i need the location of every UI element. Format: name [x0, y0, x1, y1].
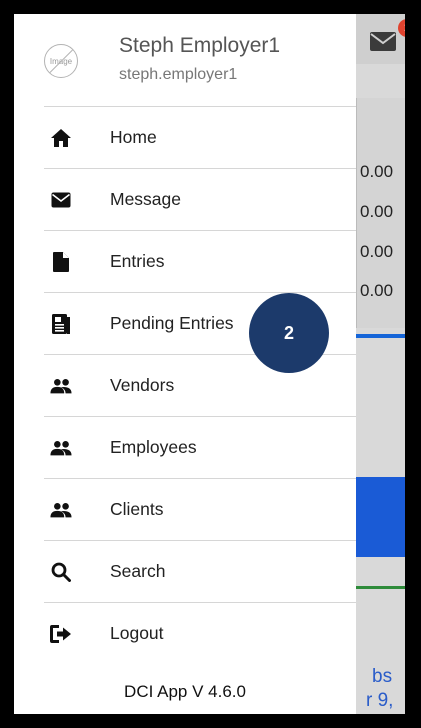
users-icon	[50, 437, 72, 459]
logout-icon	[50, 623, 72, 645]
background-divider	[356, 586, 405, 589]
menu-item-search[interactable]: Search	[44, 541, 356, 603]
background-button	[356, 477, 405, 557]
device-frame: 1 0.00 0.00 0.00 0.00 bs r 9, Image Step…	[0, 0, 421, 728]
menu-item-label: Message	[110, 189, 182, 209]
menu-item-message[interactable]: Message	[44, 169, 356, 231]
background-value: 0.00	[360, 162, 394, 181]
menu-item-label: Entries	[110, 251, 165, 271]
document-list-icon	[50, 313, 72, 335]
avatar: Image	[44, 44, 78, 78]
menu-item-clients[interactable]: Clients	[44, 479, 356, 541]
users-icon	[50, 375, 72, 397]
users-icon	[50, 499, 72, 521]
menu-item-label: Logout	[110, 623, 164, 643]
background-value: 0.00	[360, 202, 394, 221]
user-name: Steph Employer1	[119, 34, 281, 57]
home-icon	[50, 127, 72, 149]
background-value: 0.00	[360, 281, 394, 300]
background-link-text: r 9,	[366, 690, 394, 711]
menu-item-label: Vendors	[110, 375, 175, 395]
step-marker: 2	[249, 293, 329, 373]
background-link-text: bs	[372, 666, 393, 687]
menu-list: Home Message Entries Pending Entries Ven…	[14, 107, 356, 664]
app-version: DCI App V 4.6.0	[124, 682, 246, 701]
menu-item-label: Employees	[110, 437, 197, 457]
menu-item-label: Search	[110, 561, 166, 581]
background-value: 0.00	[360, 242, 394, 261]
menu-item-label: Clients	[110, 499, 164, 519]
screen: 1 0.00 0.00 0.00 0.00 bs r 9, Image Step…	[14, 14, 405, 714]
background-divider	[356, 334, 405, 338]
profile-header: Image Steph Employer1 steph.employer1	[14, 14, 356, 106]
envelope-icon	[50, 189, 72, 211]
menu-item-label: Home	[110, 127, 157, 147]
menu-item-logout[interactable]: Logout	[44, 603, 356, 664]
menu-item-entries[interactable]: Entries	[44, 231, 356, 293]
search-icon	[50, 561, 72, 583]
mail-icon[interactable]	[369, 29, 399, 53]
menu-item-employees[interactable]: Employees	[44, 417, 356, 479]
user-handle: steph.employer1	[119, 66, 238, 83]
menu-item-label: Pending Entries	[110, 313, 234, 333]
menu-item-home[interactable]: Home	[44, 107, 356, 169]
file-icon	[50, 251, 72, 273]
